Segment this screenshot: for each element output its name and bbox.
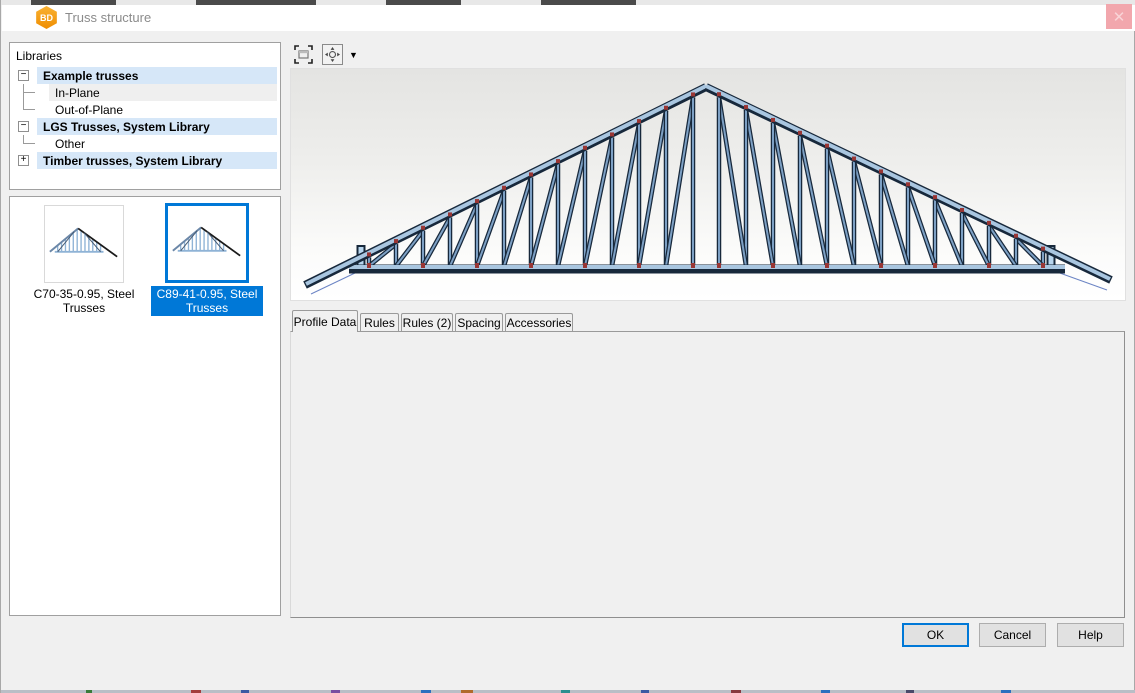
tab-profile-data[interactable]: Profile Data [292, 310, 358, 332]
tab-rules-2[interactable]: Rules (2) [401, 313, 453, 331]
tree-item-out-of-plane[interactable]: Out-of-Plane [11, 101, 279, 118]
libraries-label: Libraries [16, 49, 62, 63]
thumbnail-caption: C89-41-0.95, Steel Trusses [151, 286, 263, 316]
thumbnail-caption: C70-35-0.95, Steel Trusses [28, 286, 140, 316]
collapse-icon[interactable]: − [18, 70, 29, 81]
tree-item-label: Timber trusses, System Library [41, 154, 222, 168]
window-title: Truss structure [65, 10, 151, 25]
close-button[interactable]: ✕ [1106, 4, 1132, 29]
tab-rules[interactable]: Rules [360, 313, 399, 331]
tree-item-other[interactable]: Other [11, 135, 279, 152]
mini-truss-drawing [45, 215, 123, 273]
tree-branch-line [23, 135, 35, 144]
collapse-icon[interactable]: − [18, 121, 29, 132]
close-icon: ✕ [1113, 8, 1126, 26]
truss-structure-dialog: BD Truss structure ✕ Libraries − Example… [0, 0, 1135, 693]
thumbnail-c89-41[interactable]: C89-41-0.95, Steel Trusses [151, 203, 263, 316]
tree-item-timber-trusses[interactable]: + Timber trusses, System Library [11, 152, 279, 169]
truss-3d-drawing [291, 69, 1125, 300]
ok-button[interactable]: OK [902, 623, 969, 647]
pan-icon [325, 47, 340, 62]
zoom-extents-icon [294, 45, 313, 64]
tab-accessories[interactable]: Accessories [505, 313, 573, 331]
tree-branch-line [23, 101, 35, 110]
app-logo-icon: BD [35, 6, 58, 29]
thumbnail-image [44, 205, 124, 283]
tree-item-lgs-trusses[interactable]: − LGS Trusses, System Library [11, 118, 279, 135]
profile-data-tab-page [290, 331, 1125, 618]
tree-item-label: Example trusses [41, 69, 138, 83]
pan-dropdown-caret[interactable]: ▼ [349, 50, 358, 60]
truss-preview-viewport[interactable] [290, 68, 1126, 301]
libraries-tree: − Example trusses In-Plane Out-of-Plane … [11, 67, 279, 169]
tab-spacing[interactable]: Spacing [455, 313, 503, 331]
pan-button[interactable] [322, 44, 343, 65]
tree-branch-line [23, 84, 35, 93]
tree-item-example-trusses[interactable]: − Example trusses [11, 67, 279, 84]
mini-truss-drawing [168, 214, 246, 272]
tree-item-in-plane[interactable]: In-Plane [11, 84, 279, 101]
expand-icon[interactable]: + [18, 155, 29, 166]
truss-thumbnail-panel: C70-35-0.95, Steel Trusses C89-41-0.95, … [9, 196, 281, 616]
tree-item-label: Other [53, 137, 85, 151]
title-bar: BD Truss structure ✕ [2, 5, 1135, 31]
cancel-button[interactable]: Cancel [979, 623, 1046, 647]
tree-item-label: LGS Trusses, System Library [41, 120, 210, 134]
help-button[interactable]: Help [1057, 623, 1124, 647]
thumbnail-image [165, 203, 249, 283]
tree-item-label: Out-of-Plane [53, 103, 123, 117]
libraries-panel: Libraries − Example trusses In-Plane Out… [9, 42, 281, 190]
zoom-extents-button[interactable] [293, 44, 314, 65]
thumbnail-c70-35[interactable]: C70-35-0.95, Steel Trusses [28, 205, 140, 316]
tree-item-label: In-Plane [53, 86, 100, 100]
